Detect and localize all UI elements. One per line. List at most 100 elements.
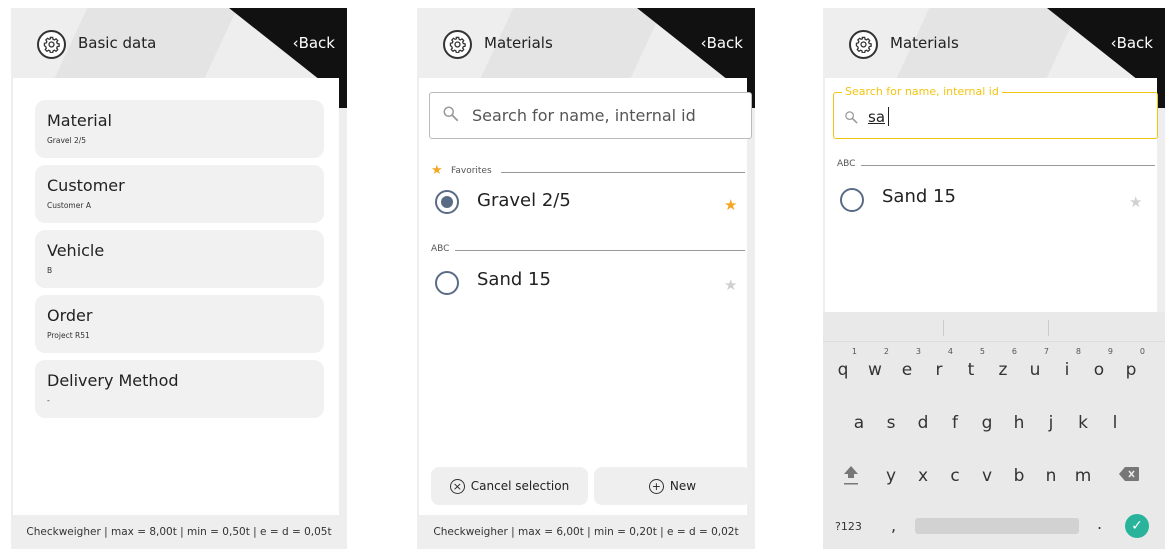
search-placeholder: Search for name, internal id bbox=[472, 106, 696, 125]
search-floating-label: Search for name, internal id bbox=[842, 85, 1002, 98]
key-o[interactable]: o9 bbox=[1087, 347, 1113, 380]
key-hint: 2 bbox=[883, 347, 889, 356]
field-label: Order bbox=[47, 306, 93, 325]
key-q[interactable]: q1 bbox=[831, 347, 857, 380]
key-hint: 1 bbox=[851, 347, 857, 356]
on-screen-keyboard: q1 w2 e3 r4 t5 z6 u7 i8 o9 p0 a s d f g … bbox=[823, 312, 1165, 549]
comma-key[interactable]: , bbox=[891, 516, 896, 535]
key-w[interactable]: w2 bbox=[863, 347, 889, 380]
key-c[interactable]: c bbox=[943, 466, 967, 486]
key-p[interactable]: p0 bbox=[1119, 347, 1145, 380]
field-delivery-method[interactable]: Delivery Method - bbox=[35, 360, 324, 418]
period-key[interactable]: . bbox=[1097, 514, 1102, 533]
field-material[interactable]: Material Gravel 2/5 bbox=[35, 100, 324, 158]
enter-key[interactable]: ✓ bbox=[1125, 514, 1149, 538]
key-char: i bbox=[1064, 360, 1070, 380]
backspace-key[interactable] bbox=[1117, 466, 1141, 486]
back-button[interactable]: ‹Back bbox=[701, 34, 743, 52]
field-order[interactable]: Order Project R51 bbox=[35, 295, 324, 353]
search-icon bbox=[845, 111, 858, 124]
key-char: r bbox=[935, 360, 943, 380]
page-title: Basic data bbox=[78, 34, 157, 52]
star-filled-icon[interactable]: ★ bbox=[724, 196, 737, 214]
key-char: n bbox=[1045, 466, 1057, 486]
key-hint: 0 bbox=[1139, 347, 1145, 356]
shift-key[interactable] bbox=[839, 464, 863, 491]
key-hint: 5 bbox=[979, 347, 985, 356]
key-char: y bbox=[885, 466, 897, 486]
divider bbox=[861, 165, 1155, 166]
gear-icon[interactable] bbox=[849, 30, 878, 59]
key-char: t bbox=[967, 360, 975, 380]
back-button[interactable]: ‹Back bbox=[293, 34, 335, 52]
divider bbox=[455, 250, 745, 251]
star-outline-icon[interactable]: ★ bbox=[1129, 193, 1142, 211]
materials-search-screen: Materials ‹Back Search for name, interna… bbox=[823, 8, 1165, 549]
fields-panel: Material Gravel 2/5 Customer Customer A … bbox=[13, 78, 339, 515]
header: Materials ‹Back bbox=[417, 8, 755, 103]
key-t[interactable]: t5 bbox=[959, 347, 985, 380]
radio-gravel[interactable] bbox=[435, 190, 459, 214]
field-value: Gravel 2/5 bbox=[47, 136, 87, 145]
key-r[interactable]: r4 bbox=[927, 347, 954, 380]
key-e[interactable]: e3 bbox=[895, 347, 921, 380]
key-b[interactable]: b bbox=[1007, 466, 1031, 486]
key-a[interactable]: a bbox=[847, 413, 871, 433]
key-hint: 3 bbox=[915, 347, 921, 356]
key-char: l bbox=[1112, 413, 1118, 433]
key-char: w bbox=[868, 360, 882, 380]
gear-icon[interactable] bbox=[443, 30, 472, 59]
field-vehicle[interactable]: Vehicle B bbox=[35, 230, 324, 288]
search-input[interactable]: Search for name, internal id bbox=[429, 92, 752, 139]
materials-panel bbox=[419, 78, 747, 515]
radio-sand[interactable] bbox=[840, 188, 864, 212]
radio-sand[interactable] bbox=[435, 271, 459, 295]
key-f[interactable]: f bbox=[943, 413, 967, 433]
field-customer[interactable]: Customer Customer A bbox=[35, 165, 324, 223]
key-char: h bbox=[1013, 413, 1025, 433]
key-h[interactable]: h bbox=[1007, 413, 1031, 433]
key-char: j bbox=[1048, 413, 1054, 433]
key-l[interactable]: l bbox=[1103, 413, 1127, 433]
materials-screen: Materials ‹Back Search for name, interna… bbox=[417, 8, 755, 549]
abc-section: ABC bbox=[837, 159, 1155, 173]
gear-icon[interactable] bbox=[37, 30, 66, 59]
new-button[interactable]: + New bbox=[594, 467, 751, 505]
search-input[interactable]: Search for name, internal id sa bbox=[833, 85, 1158, 139]
key-hint: 6 bbox=[1011, 347, 1017, 356]
key-char: d bbox=[917, 413, 929, 433]
key-u[interactable]: u7 bbox=[1023, 347, 1049, 380]
key-x[interactable]: x bbox=[911, 466, 935, 486]
field-value: - bbox=[47, 396, 50, 405]
key-hint: 8 bbox=[1075, 347, 1081, 356]
key-d[interactable]: d bbox=[911, 413, 935, 433]
spacebar[interactable] bbox=[915, 518, 1079, 534]
search-icon bbox=[443, 106, 459, 122]
key-char: b bbox=[1013, 466, 1025, 486]
basic-data-screen: Basic data ‹Back Material Gravel 2/5 Cus… bbox=[11, 8, 347, 549]
key-g[interactable]: g bbox=[975, 413, 999, 433]
key-char: k bbox=[1078, 413, 1088, 433]
backspace-icon bbox=[1119, 467, 1139, 481]
key-i[interactable]: i8 bbox=[1055, 347, 1081, 380]
key-y[interactable]: y bbox=[879, 466, 903, 486]
back-button[interactable]: ‹Back bbox=[1111, 34, 1153, 52]
key-char: q bbox=[837, 360, 849, 380]
key-char: e bbox=[901, 360, 913, 380]
header-edge bbox=[339, 78, 347, 108]
key-m[interactable]: m bbox=[1071, 466, 1095, 486]
key-z[interactable]: z6 bbox=[991, 347, 1017, 380]
key-n[interactable]: n bbox=[1039, 466, 1063, 486]
key-s[interactable]: s bbox=[879, 413, 903, 433]
new-label: New bbox=[669, 479, 697, 493]
key-v[interactable]: v bbox=[975, 466, 999, 486]
key-k[interactable]: k bbox=[1071, 413, 1095, 433]
search-value: sa bbox=[868, 108, 886, 126]
field-label: Material bbox=[47, 111, 112, 130]
star-outline-icon[interactable]: ★ bbox=[724, 276, 737, 294]
key-char: m bbox=[1074, 466, 1092, 486]
suggestion-bar[interactable] bbox=[823, 312, 1165, 342]
key-j[interactable]: j bbox=[1039, 413, 1063, 433]
cancel-selection-button[interactable]: × Cancel selection bbox=[431, 467, 588, 505]
symbols-key[interactable]: ?123 bbox=[835, 520, 862, 533]
